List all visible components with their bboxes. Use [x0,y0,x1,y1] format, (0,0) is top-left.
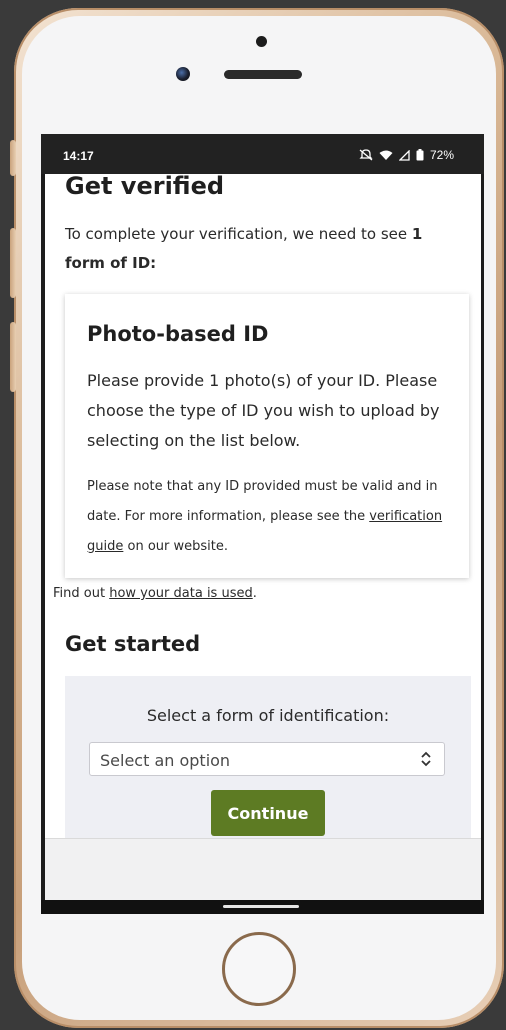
intro-text: To complete your verification, we need t… [65,220,465,278]
earpiece-speaker [224,70,302,79]
intro-prefix: To complete your verification, we need t… [65,225,412,243]
data-use-link[interactable]: how your data is used [109,586,253,601]
battery-icon [416,149,424,161]
id-type-select[interactable]: Select an option [89,742,445,776]
home-gesture-pill[interactable] [223,905,299,908]
chevron-updown-icon [421,751,431,767]
home-button[interactable] [222,932,296,1006]
silent-switch [10,140,16,176]
mute-icon [359,149,373,161]
data-use-prefix: Find out [53,586,110,601]
card-title: Photo-based ID [87,322,269,346]
gesture-nav-bar [41,900,484,914]
wifi-icon [379,150,393,160]
data-use-line: Find out how your data is used. [53,586,257,601]
signal-icon [398,149,410,161]
browser-bottom-bar [45,838,481,901]
front-camera [176,67,190,81]
photo-id-card: Photo-based ID Please provide 1 photo(s)… [65,294,469,578]
get-started-title: Get started [65,632,201,656]
battery-percent: 72% [429,148,454,162]
card-body: Please provide 1 photo(s) of your ID. Pl… [87,371,440,450]
card-note: Please note that any ID provided must be… [87,472,457,562]
page-title: Get verified [65,174,225,200]
select-label: Select a form of identification: [146,706,390,725]
phone-screen: 14:17 72% Get verified To complete your … [41,134,484,914]
status-time: 14:17 [63,149,94,163]
volume-down-button [10,322,16,392]
card-note-suffix: on our website. [123,539,228,554]
web-content: Get verified To complete your verificati… [45,174,481,838]
proximity-sensor [256,36,267,47]
volume-up-button [10,228,16,298]
status-bar: 14:17 72% [41,134,484,174]
select-value: Select an option [100,751,231,770]
continue-button[interactable]: Continue [211,790,325,836]
data-use-suffix: . [252,586,257,601]
identification-panel: Select a form of identification: Select … [65,676,471,838]
status-icons: 72% [359,148,454,162]
